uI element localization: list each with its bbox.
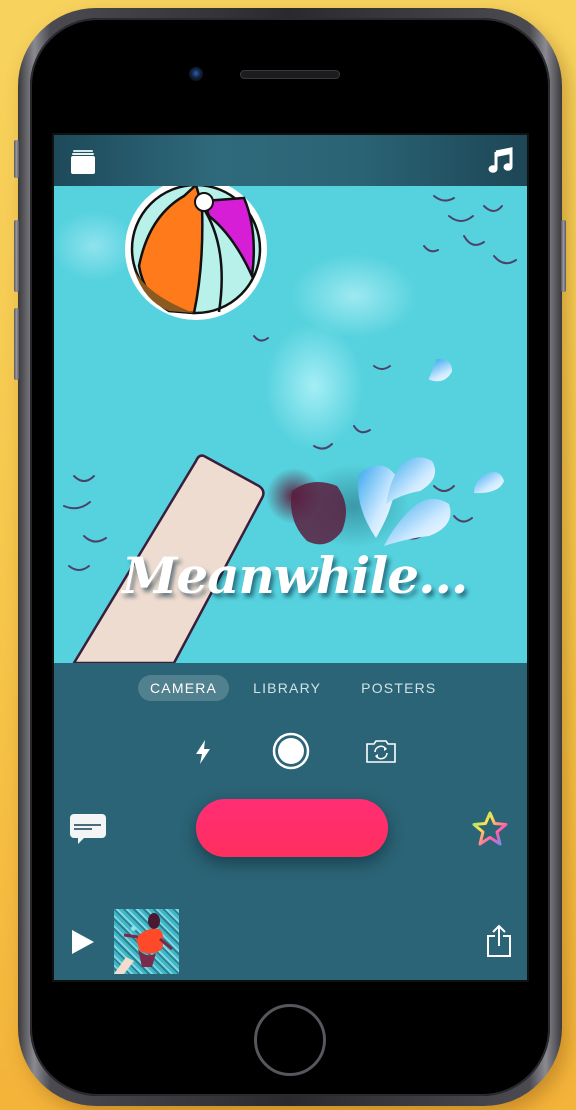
tab-library[interactable]: LIBRARY	[241, 675, 333, 701]
music-button[interactable]	[484, 145, 518, 177]
home-button[interactable]	[254, 1004, 326, 1076]
title-overlay-text[interactable]: Meanwhile...	[122, 546, 468, 605]
projects-stack-icon	[71, 150, 95, 174]
share-icon	[487, 924, 511, 957]
effects-star-icon	[472, 811, 508, 846]
volume-down-button	[14, 308, 19, 380]
play-icon	[72, 930, 94, 954]
front-camera	[189, 67, 203, 81]
top-bar	[54, 135, 527, 186]
earpiece-speaker	[240, 70, 340, 79]
tab-posters[interactable]: POSTERS	[349, 675, 448, 701]
share-button[interactable]	[482, 921, 516, 961]
mute-switch	[14, 140, 19, 178]
flash-icon	[196, 740, 210, 764]
effects-button[interactable]	[470, 809, 510, 849]
clips-app-screen: Meanwhile... CAMERA LIBRARY POSTERS	[52, 133, 529, 982]
flip-camera-button[interactable]	[362, 735, 400, 767]
flash-button[interactable]	[188, 735, 218, 769]
water-drops-emoji[interactable]	[358, 357, 504, 546]
shutter-button[interactable]	[271, 731, 311, 771]
projects-button[interactable]	[68, 147, 98, 177]
live-titles-button[interactable]	[68, 811, 108, 847]
record-button[interactable]	[196, 799, 388, 857]
swimmer-thumbnail-art	[114, 913, 173, 974]
volume-up-button	[14, 220, 19, 292]
live-titles-icon	[70, 814, 106, 844]
mode-tabs: CAMERA LIBRARY POSTERS	[138, 675, 448, 701]
shutter-icon	[272, 732, 310, 770]
music-note-icon	[488, 147, 513, 173]
tab-camera[interactable]: CAMERA	[138, 675, 230, 701]
beach-ball-sticker[interactable]	[125, 186, 267, 320]
flip-camera-icon	[366, 740, 396, 763]
play-button[interactable]	[66, 925, 100, 959]
power-button	[561, 220, 566, 292]
clip-thumbnail[interactable]	[114, 909, 179, 974]
camera-preview[interactable]: Meanwhile...	[54, 186, 527, 663]
